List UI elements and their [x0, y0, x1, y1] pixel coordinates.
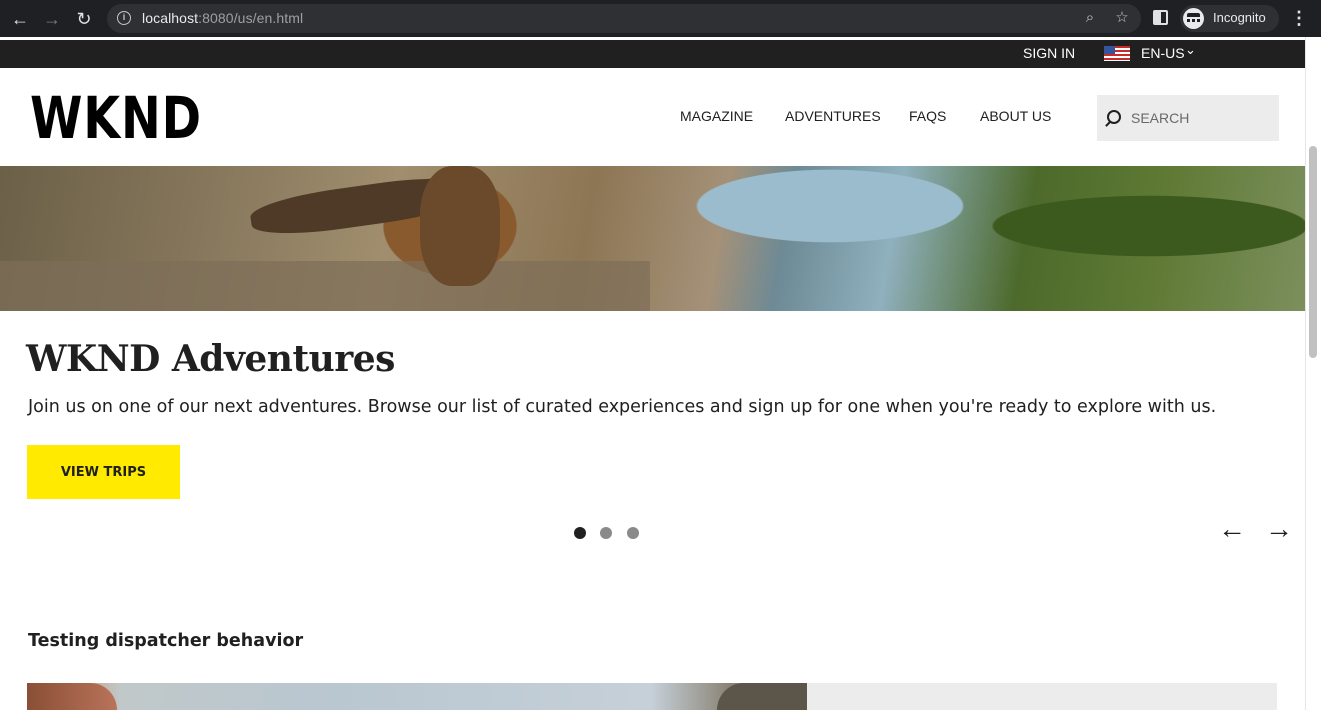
view-trips-button[interactable]: VIEW TRIPS [27, 445, 180, 499]
incognito-label: Incognito [1213, 10, 1266, 25]
hero-title: WKND Adventures [26, 338, 395, 380]
info-icon[interactable]: i [117, 11, 131, 25]
hero-image-tree-trunk [420, 166, 500, 286]
search-icon [1107, 110, 1121, 124]
teaser-panel [807, 683, 1277, 710]
carousel-dot-1[interactable] [574, 527, 586, 539]
star-icon[interactable]: ☆ [1113, 9, 1131, 27]
zoom-icon[interactable]: ⌕ [1081, 9, 1099, 27]
incognito-profile-button[interactable]: Incognito [1180, 5, 1279, 32]
carousel-dot-3[interactable] [627, 527, 639, 539]
chevron-down-icon[interactable]: ⌄ [1185, 42, 1196, 58]
incognito-icon [1183, 8, 1204, 29]
url-host: localhost [142, 10, 199, 26]
sign-in-link[interactable]: SIGN IN [1023, 45, 1075, 61]
back-arrow-icon[interactable]: ← [8, 7, 32, 31]
address-bar[interactable]: i localhost:8080/us/en.html ⌕ ☆ [107, 4, 1141, 33]
hero-description: Join us on one of our next adventures. B… [28, 397, 1217, 417]
nav-faqs[interactable]: FAQS [909, 108, 946, 124]
search-box[interactable] [1097, 95, 1279, 141]
carousel-prev-arrow-icon[interactable]: ← [1217, 514, 1247, 544]
reload-icon[interactable]: ↻ [72, 7, 96, 31]
site-topbar: SIGN IN EN-US ⌄ [0, 40, 1305, 68]
nav-magazine[interactable]: MAGAZINE [680, 108, 753, 124]
more-vert-icon[interactable]: ⋮ [1290, 8, 1308, 30]
scrollbar-thumb[interactable] [1309, 146, 1317, 358]
scrollbar-track[interactable] [1305, 37, 1321, 710]
wknd-logo[interactable]: WKND [30, 88, 202, 148]
hero-image [0, 166, 1305, 311]
carousel-next-arrow-icon[interactable]: → [1264, 514, 1294, 544]
nav-about-us[interactable]: ABOUT US [980, 108, 1051, 124]
forward-arrow-icon[interactable]: → [40, 7, 64, 31]
nav-adventures[interactable]: ADVENTURES [785, 108, 881, 124]
browser-toolbar: ← → ↻ i localhost:8080/us/en.html ⌕ ☆ In… [0, 0, 1321, 37]
site-header: WKND MAGAZINE ADVENTURES FAQS ABOUT US [0, 68, 1305, 166]
side-panel-icon[interactable] [1153, 10, 1168, 25]
search-input[interactable] [1131, 109, 1271, 127]
section-title: Testing dispatcher behavior [28, 631, 304, 651]
url-path: :8080/us/en.html [198, 10, 304, 26]
hero-image-rock-ground [0, 261, 650, 311]
carousel-dot-2[interactable] [600, 527, 612, 539]
teaser-image[interactable] [27, 683, 807, 710]
url-text: localhost:8080/us/en.html [142, 10, 303, 26]
language-selector[interactable]: EN-US [1141, 45, 1185, 61]
us-flag-icon[interactable] [1104, 46, 1130, 61]
